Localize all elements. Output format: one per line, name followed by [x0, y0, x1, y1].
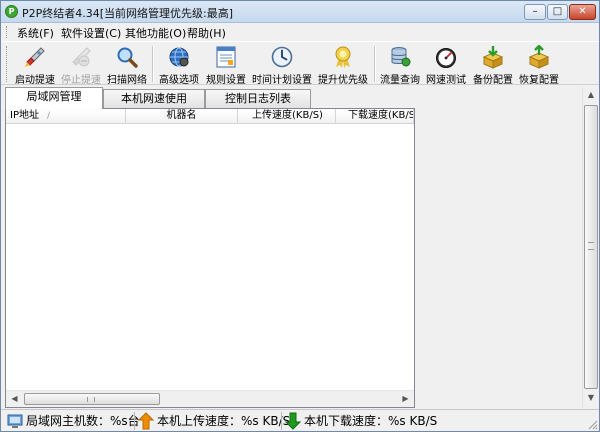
start-speedup-button[interactable]: 启动提速	[13, 42, 57, 86]
menu-system[interactable]: 系统(F)	[17, 25, 54, 41]
sort-indicator: /	[46, 111, 51, 121]
tab-control-log-list[interactable]: 控制日志列表	[205, 89, 311, 108]
column-header-machine-name[interactable]: 机器名	[126, 109, 238, 124]
toolbar-label: 恢复配置	[519, 75, 559, 86]
scroll-down-arrow-icon[interactable]: ▼	[583, 390, 599, 407]
tab-lan-management[interactable]: 局域网管理	[5, 87, 103, 109]
magnifier-icon	[117, 47, 138, 68]
stop-speedup-button[interactable]: 停止提速	[59, 42, 103, 86]
scroll-grip	[87, 397, 95, 402]
app-logo-icon: P	[5, 5, 18, 18]
schedule-settings-button[interactable]: 时间计划设置	[250, 42, 314, 86]
status-download-speed: 本机下载速度：%s KB/S	[285, 412, 437, 430]
app-window: P P2P终结者4.34[当前网络管理优先级:最高] – □ ✕ 系统(F) 软…	[0, 0, 600, 432]
menu-other-functions[interactable]: 其他功能(O)	[125, 25, 186, 41]
toolbar-label: 扫描网络	[107, 75, 147, 86]
toolbar-grip	[6, 46, 9, 82]
horizontal-scrollbar[interactable]: ◀ ▶	[6, 390, 414, 407]
side-panel	[416, 87, 582, 408]
menu-help[interactable]: 帮助(H)	[187, 25, 226, 41]
box-down-icon	[482, 46, 504, 69]
vertical-scrollbar[interactable]: ▲ ▼	[582, 87, 599, 408]
globe-icon	[169, 47, 189, 67]
host-list[interactable]: IP地址 / 机器名 上传速度(KB/S) 下载速度(KB/S) ◀ ▶	[5, 108, 415, 408]
toolbar-label: 备份配置	[473, 75, 513, 86]
status-upload-speed: 本机上传速度：%s KB/S	[138, 412, 290, 430]
rule-settings-button[interactable]: 规则设置	[204, 42, 248, 86]
menu-bar: 系统(F) 软件设置(C) 其他功能(O) 帮助(H)	[1, 23, 599, 41]
award-ribbon-icon	[335, 46, 351, 68]
status-upload-speed-text: 本机上传速度：%s KB/S	[157, 414, 291, 428]
scroll-left-arrow-icon[interactable]: ◀	[6, 391, 23, 408]
database-icon	[391, 47, 411, 67]
toolbar-label: 时间计划设置	[252, 75, 312, 86]
status-separator	[134, 412, 135, 430]
resize-grip-icon[interactable]	[586, 418, 598, 430]
close-button[interactable]: ✕	[569, 4, 596, 20]
box-up-icon	[528, 45, 550, 69]
menu-grip	[6, 26, 9, 38]
speed-test-button[interactable]: 网速测试	[424, 42, 468, 86]
download-arrow-icon	[285, 412, 301, 430]
toolbar-label: 启动提速	[15, 75, 55, 86]
form-icon	[216, 46, 236, 68]
toolbar-label: 规则设置	[206, 75, 246, 86]
tab-local-speed-usage[interactable]: 本机网速使用	[103, 89, 205, 108]
scroll-up-arrow-icon[interactable]: ▲	[583, 87, 599, 104]
column-header-upload-speed[interactable]: 上传速度(KB/S)	[238, 109, 336, 124]
tab-strip: 局域网管理 本机网速使用 控制日志列表	[5, 87, 415, 109]
advanced-options-button[interactable]: 高级选项	[156, 42, 202, 86]
computer-icon	[7, 414, 23, 428]
toolbar-label: 停止提速	[61, 75, 101, 86]
vertical-scroll-thumb[interactable]	[584, 105, 598, 389]
backup-config-button[interactable]: 备份配置	[470, 42, 516, 86]
column-header-ip[interactable]: IP地址 /	[6, 109, 126, 124]
window-title: P2P终结者4.34[当前网络管理优先级:最高]	[22, 7, 234, 20]
scroll-grip	[588, 242, 594, 250]
upload-arrow-icon	[138, 412, 154, 430]
raise-priority-button[interactable]: 提升优先级	[316, 42, 370, 86]
traffic-query-button[interactable]: 流量查询	[378, 42, 422, 86]
minimize-button[interactable]: –	[524, 4, 546, 20]
scroll-right-arrow-icon[interactable]: ▶	[397, 391, 414, 408]
scan-network-button[interactable]: 扫描网络	[105, 42, 149, 86]
rocket-stop-icon	[72, 47, 91, 67]
column-header-download-speed[interactable]: 下载速度(KB/S)	[336, 109, 414, 124]
toolbar-label: 提升优先级	[318, 75, 368, 86]
title-bar[interactable]: P P2P终结者4.34[当前网络管理优先级:最高] – □ ✕	[1, 1, 599, 23]
status-host-count-text: 局域网主机数：%s台	[26, 414, 140, 428]
toolbar-label: 网速测试	[426, 75, 466, 86]
status-download-speed-text: 本机下载速度：%s KB/S	[304, 414, 438, 428]
toolbar: 启动提速 停止提速 扫描网络 高级选项 规则设置 时间计划设置 提升优先级 流量…	[1, 41, 599, 86]
clock-icon	[271, 46, 293, 68]
status-separator	[281, 412, 282, 430]
status-bar: 局域网主机数：%s台 本机上传速度：%s KB/S 本机下载速度：%s KB/S	[1, 409, 599, 431]
toolbar-separator	[374, 46, 376, 82]
toolbar-label: 高级选项	[159, 75, 199, 86]
status-host-count: 局域网主机数：%s台	[7, 412, 140, 430]
rocket-icon	[25, 47, 45, 67]
menu-software-settings[interactable]: 软件设置(C)	[61, 25, 121, 41]
restore-config-button[interactable]: 恢复配置	[516, 42, 562, 86]
maximize-button[interactable]: □	[547, 4, 568, 20]
toolbar-separator	[152, 46, 154, 82]
speedometer-icon	[436, 48, 456, 68]
toolbar-label: 流量查询	[380, 75, 420, 86]
horizontal-scroll-thumb[interactable]	[24, 393, 160, 405]
